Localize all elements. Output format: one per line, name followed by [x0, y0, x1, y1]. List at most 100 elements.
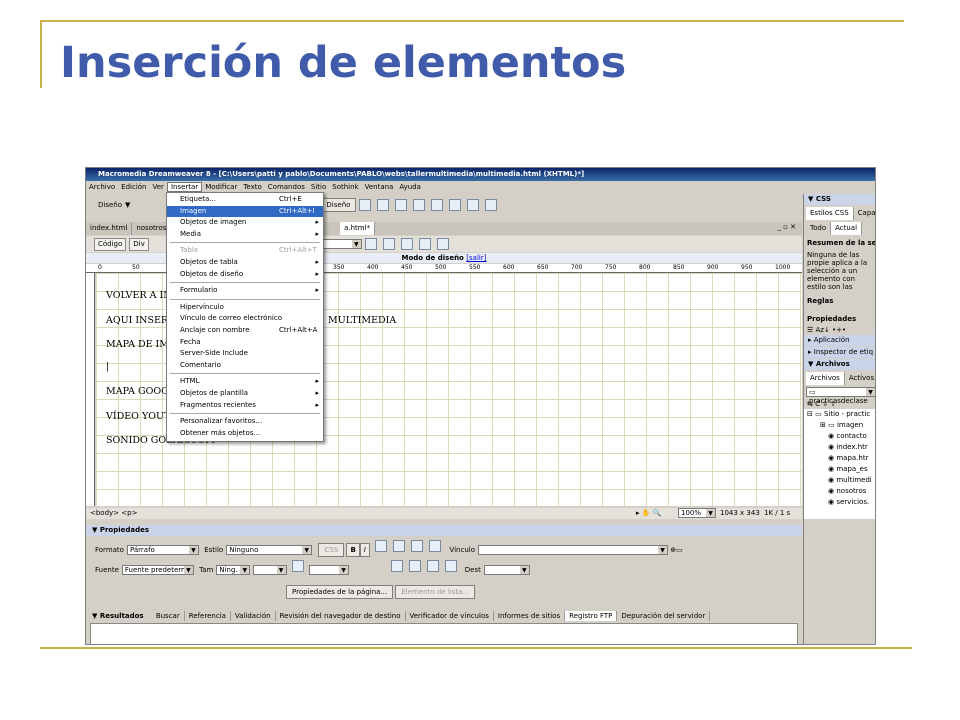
menu-item-etiqueta[interactable]: Etiqueta... Ctrl+E	[167, 194, 323, 206]
title-field[interactable]	[321, 239, 362, 249]
ordered-list-icon[interactable]	[408, 560, 421, 572]
menu-item-formulario[interactable]: Formulario	[167, 285, 323, 297]
tab-buscar[interactable]: Buscar	[152, 611, 185, 621]
tag-selector[interactable]: <body> <p>	[90, 509, 137, 517]
font-select[interactable]: Fuente predeterm	[121, 565, 194, 575]
tree-item[interactable]: ◉ mapa.htr	[804, 453, 875, 464]
aplicacion-panel[interactable]: ▸ Aplicación	[804, 335, 875, 346]
menu-sothink[interactable]: Sothink	[329, 183, 361, 191]
view-options-icon[interactable]	[436, 238, 449, 250]
zoom-select[interactable]: 100%	[678, 508, 716, 518]
template-icon[interactable]	[485, 199, 498, 211]
tab-files[interactable]: Archivos	[806, 372, 845, 385]
site-root[interactable]: ⊟ ▭ Sitio - practic	[804, 409, 875, 420]
text-cursor[interactable]: |	[106, 361, 109, 372]
exit-link[interactable]: [salir]	[466, 254, 486, 262]
code-view-button[interactable]: Código	[94, 237, 127, 251]
tree-item[interactable]: ⊞ ▭ imagen	[804, 420, 875, 431]
check-icon[interactable]	[364, 238, 377, 250]
outdent-icon[interactable]	[426, 560, 439, 572]
refresh-icon[interactable]	[418, 238, 431, 250]
menu-item-fecha[interactable]: Fecha	[167, 337, 323, 349]
select-tool-icon[interactable]: ▸ ✋ 🔍	[636, 508, 661, 519]
page-properties-button[interactable]: Propiedades de la página...	[286, 585, 394, 599]
size-select[interactable]: Ning.	[216, 565, 251, 575]
menu-item-imagen[interactable]: Imagen Ctrl+Alt+I	[167, 205, 323, 218]
doc-line[interactable]: AQUI INSERT	[106, 315, 174, 326]
tab-index[interactable]: index.html	[86, 222, 133, 235]
az-sort-icon[interactable]: ☰ Az↓ •+•	[804, 325, 875, 335]
menu-modificar[interactable]: Modificar	[202, 183, 240, 191]
color-picker-icon[interactable]	[291, 560, 304, 572]
doc-line[interactable]: VOLVER A IN	[106, 290, 172, 301]
tab-registro-ftp[interactable]: Registro FTP	[565, 611, 618, 621]
menu-sitio[interactable]: Sitio	[308, 183, 329, 191]
frame-icon[interactable]	[395, 199, 408, 211]
tree-item[interactable]: ◉ multimedi	[804, 475, 875, 486]
target-select[interactable]	[483, 565, 530, 575]
list-item-button[interactable]: Elemento de lista...	[395, 585, 476, 599]
site-select[interactable]: ▭ practicasdeclase	[806, 387, 875, 405]
color-field[interactable]	[309, 565, 350, 575]
globe-icon[interactable]	[400, 238, 413, 250]
chevron-down-icon[interactable]: ▼	[125, 201, 130, 209]
tab-all[interactable]: Todo	[806, 222, 832, 235]
menu-item-anclaje[interactable]: Anclaje con nombre Ctrl+Alt+A	[167, 325, 323, 337]
menu-item-fragmentos[interactable]: Fragmentos recientes	[167, 400, 323, 412]
files-panel-header[interactable]: ▼ Archivos	[804, 359, 875, 370]
media-icon[interactable]	[449, 199, 462, 211]
tree-item[interactable]: ◉ mapa_es	[804, 464, 875, 475]
menu-ver[interactable]: Ver	[150, 183, 167, 191]
menu-comandos[interactable]: Comandos	[265, 183, 308, 191]
tab-layers[interactable]: Capas	[854, 207, 875, 220]
menu-archivo[interactable]: Archivo	[86, 183, 118, 191]
align-left-icon[interactable]	[375, 540, 388, 552]
tab-revision[interactable]: Revisión del navegador de destino	[276, 611, 406, 621]
window-controls[interactable]: _ ▫ ✕	[777, 223, 796, 231]
folder-icon[interactable]: ⊕▭	[670, 546, 682, 554]
tab-depuracion[interactable]: Depuración del servidor	[617, 611, 711, 621]
window-size[interactable]: 1043 x 343	[720, 508, 760, 519]
doc-line[interactable]: MAPA DE IM	[106, 339, 169, 350]
menu-item-hipervinculo[interactable]: Hipervínculo	[167, 302, 323, 314]
results-header[interactable]: ▼ Resultados	[92, 612, 144, 620]
table-icon[interactable]	[359, 199, 372, 211]
menu-item-objetos-plantilla[interactable]: Objetos de plantilla	[167, 388, 323, 400]
unordered-list-icon[interactable]	[390, 560, 403, 572]
menu-item-personalizar[interactable]: Personalizar favoritos...	[167, 416, 323, 428]
properties-header[interactable]: ▼ Propiedades	[86, 525, 802, 536]
doc-line[interactable]: MAPA GOOG	[106, 386, 169, 397]
doc-line[interactable]: MULTIMEDIA	[328, 315, 396, 326]
justify-icon[interactable]	[429, 540, 442, 552]
unit-select[interactable]	[252, 565, 287, 575]
menu-ventana[interactable]: Ventana	[362, 183, 397, 191]
align-center-icon[interactable]	[393, 540, 406, 552]
tag-inspector-panel[interactable]: ▸ Inspector de etiq	[804, 347, 875, 358]
menu-texto[interactable]: Texto	[240, 183, 264, 191]
mode-dropdown[interactable]: Diseño	[98, 201, 122, 209]
div-icon[interactable]	[413, 199, 426, 211]
menu-item-html[interactable]: HTML	[167, 376, 323, 388]
tab-verificador[interactable]: Verificador de vínculos	[406, 611, 494, 621]
link-field[interactable]	[478, 545, 669, 555]
tab-current[interactable]: Actual	[831, 222, 863, 235]
menu-item-correo[interactable]: Vínculo de correo electrónico	[167, 313, 323, 325]
menu-item-objetos-imagen[interactable]: Objetos de imagen	[167, 217, 323, 229]
menu-ayuda[interactable]: Ayuda	[396, 183, 424, 191]
css-button[interactable]: CSS	[318, 543, 345, 557]
preview-icon[interactable]	[382, 238, 395, 250]
menu-item-ssi[interactable]: Server-Side Include	[167, 348, 323, 360]
tree-item[interactable]: ◉ servicios.	[804, 497, 875, 508]
tree-item[interactable]: ◉ contacto	[804, 431, 875, 442]
tab-informes[interactable]: Informes de sitios	[494, 611, 566, 621]
menu-item-objetos-diseno[interactable]: Objetos de diseño	[167, 269, 323, 281]
indent-icon[interactable]	[444, 560, 457, 572]
style-select[interactable]: Ninguno	[226, 545, 313, 555]
menu-insertar[interactable]: Insertar	[166, 182, 203, 192]
css-panel-header[interactable]: ▼ CSS	[804, 194, 875, 205]
tab-assets[interactable]: Activos	[845, 372, 875, 385]
menu-item-media[interactable]: Media	[167, 229, 323, 241]
menu-item-obtener-objetos[interactable]: Obtener más objetos...	[167, 428, 323, 440]
diseno-button[interactable]: Diseño	[320, 198, 357, 212]
tab-multimedia[interactable]: a.html*	[340, 222, 376, 235]
